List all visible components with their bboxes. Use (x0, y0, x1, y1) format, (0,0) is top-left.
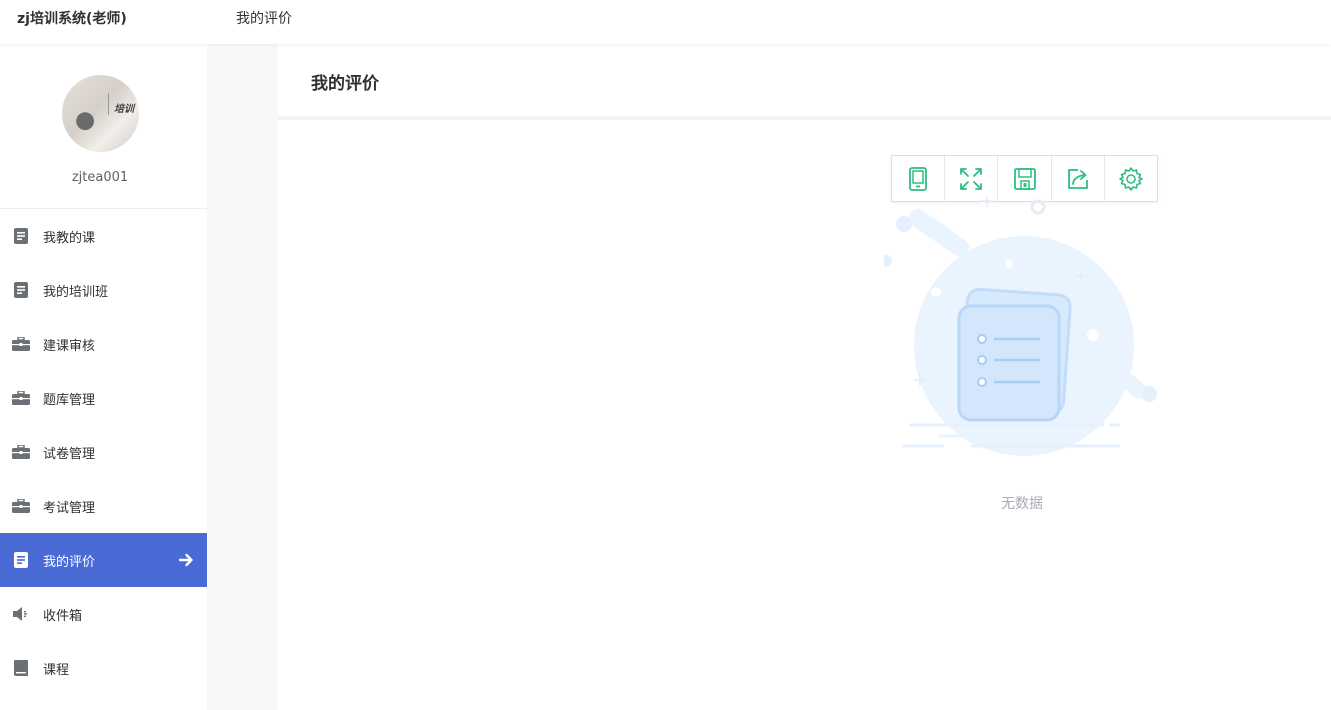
document-icon (12, 227, 30, 245)
settings-button[interactable] (1105, 156, 1157, 201)
sidebar-item-label: 建课审核 (43, 338, 96, 354)
briefcase-icon (12, 497, 30, 515)
sidebar-item-my-evaluations[interactable]: 我的评价 (0, 533, 207, 587)
fullscreen-button[interactable] (945, 156, 999, 201)
main-header: 我的评价 (278, 44, 1331, 120)
save-button[interactable] (998, 156, 1052, 201)
sidebar-item-course-review[interactable]: 建课审核 (0, 317, 207, 371)
sidebar-item-label: 我教的课 (43, 230, 96, 246)
share-button[interactable] (1052, 156, 1105, 201)
app-title: zj培训系统(老师) (17, 11, 127, 27)
main-panel: 我的评价 无数据 (278, 44, 1331, 710)
sidebar-item-inbox[interactable]: 收件箱 (0, 587, 207, 641)
sidebar-item-label: 题库管理 (43, 392, 96, 408)
arrow-right-icon (178, 552, 194, 568)
breadcrumb[interactable]: 我的评价 (236, 8, 292, 28)
avatar[interactable]: 培训 (62, 75, 139, 152)
sidebar-item-my-classes[interactable]: 我的培训班 (0, 263, 207, 317)
bookmark-icon (12, 659, 30, 677)
profile-card: 培训 zjtea001 (0, 44, 207, 209)
tablet-view-button[interactable] (892, 156, 946, 201)
sidebar-item-label: 收件箱 (43, 608, 83, 624)
briefcase-icon (12, 443, 30, 461)
speaker-icon (12, 605, 30, 623)
sidebar-item-label: 课程 (43, 662, 70, 678)
sidebar-item-label: 我的评价 (43, 554, 96, 570)
empty-state-text: 无数据 (1001, 496, 1043, 512)
sidebar-item-label: 试卷管理 (43, 446, 96, 462)
sidebar-item-label: 考试管理 (43, 500, 96, 516)
top-header: zj培训系统(老师) 我的评价 (0, 0, 1331, 44)
chart-toolbox (891, 155, 1158, 202)
settings-icon (1119, 166, 1143, 191)
avatar-decoration (108, 93, 109, 115)
save-icon (1013, 167, 1036, 190)
fullscreen-icon (960, 167, 983, 190)
sidebar-item-label: 我的培训班 (43, 284, 109, 300)
sidebar-item-exam-management[interactable]: 考试管理 (0, 479, 207, 533)
sidebar: 培训 zjtea001 我教的课 我的培训班 建课审核 题库管理 试卷管理 考试… (0, 44, 207, 710)
page-title: 我的评价 (311, 74, 379, 94)
sidebar-menu: 我教的课 我的培训班 建课审核 题库管理 试卷管理 考试管理 我的评价 收件箱 … (0, 209, 207, 695)
document-icon (12, 551, 30, 569)
tablet-icon (909, 166, 927, 191)
sidebar-item-paper-management[interactable]: 试卷管理 (0, 425, 207, 479)
sidebar-item-courses[interactable]: 课程 (0, 641, 207, 695)
username: zjtea001 (71, 170, 129, 185)
empty-state-illustration (884, 196, 1157, 456)
briefcase-icon (12, 335, 30, 353)
avatar-text: 培训 (114, 104, 134, 115)
sidebar-item-question-bank[interactable]: 题库管理 (0, 371, 207, 425)
sidebar-item-my-courses[interactable]: 我教的课 (0, 209, 207, 263)
document-icon (12, 281, 30, 299)
share-icon (1067, 168, 1088, 189)
briefcase-icon (12, 389, 30, 407)
